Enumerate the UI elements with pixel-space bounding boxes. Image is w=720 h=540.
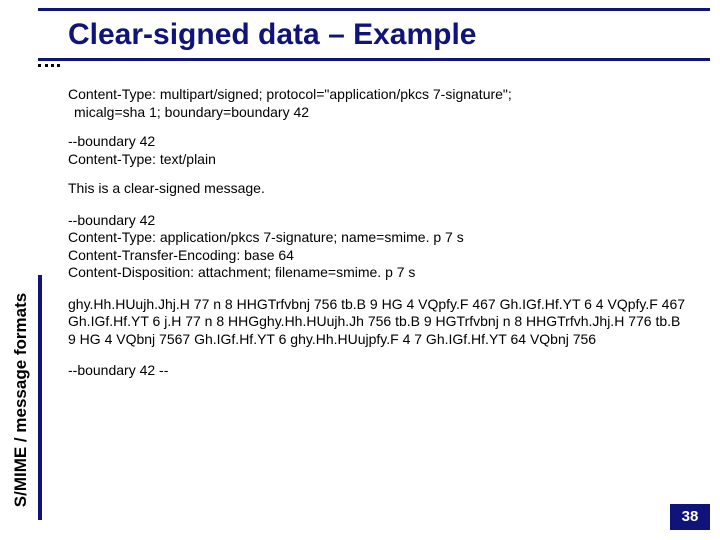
side-bar [38,275,42,520]
page-number: 38 [670,504,710,530]
part2-header: --boundary 42 Content-Type: application/… [68,212,690,282]
top-rule [38,8,710,11]
part2-cte: Content-Transfer-Encoding: base 64 [68,247,294,263]
dotted-accent [38,64,60,67]
part1-content-type: Content-Type: text/plain [68,151,216,167]
micalg-line: micalg=sha 1; boundary=boundary 42 [68,104,309,120]
plain-message: This is a clear-signed message. [68,180,690,198]
base64-block: ghy.Hh.HUujh.Jhj.H 77 n 8 HHGTrfvbnj 756… [68,296,690,349]
content-type-line: Content-Type: multipart/signed; protocol… [68,86,512,102]
part2-cd: Content-Disposition: attachment; filenam… [68,264,415,280]
boundary-open-2: --boundary 42 [68,212,155,228]
boundary-open-1: --boundary 42 [68,133,155,149]
header-block: Content-Type: multipart/signed; protocol… [68,86,690,121]
title-underline [38,58,710,61]
part2-content-type: Content-Type: application/pkcs 7-signatu… [68,229,464,245]
slide-title: Clear-signed data – Example [68,18,477,52]
side-label-container: S/MIME / message formats [6,275,36,520]
slide-body: Content-Type: multipart/signed; protocol… [68,86,690,394]
part1-header: --boundary 42 Content-Type: text/plain [68,133,690,168]
section-label: S/MIME / message formats [11,275,31,525]
boundary-close: --boundary 42 -- [68,362,690,380]
